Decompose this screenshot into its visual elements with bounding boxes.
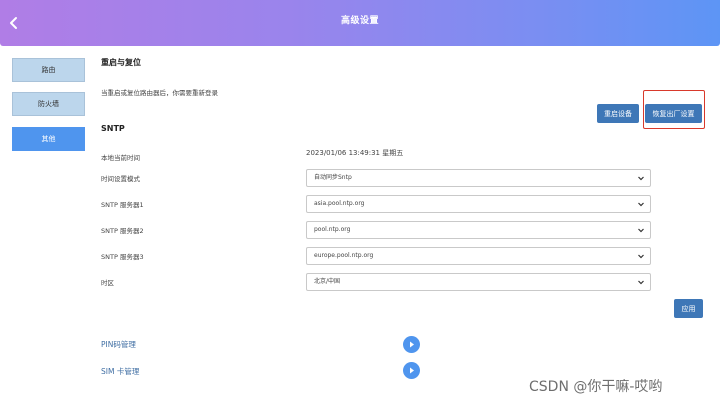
watermark: CSDN @你干嘛-哎哟 xyxy=(529,379,663,395)
sidebar-item-routing[interactable]: 路由 xyxy=(12,58,85,82)
chevron-down-icon xyxy=(638,228,644,233)
sntp-section-title: SNTP xyxy=(101,124,125,133)
sidebar-item-other[interactable]: 其他 xyxy=(12,127,85,151)
play-icon xyxy=(410,367,414,374)
sntp-server3-label: SNTP 服务器3 xyxy=(101,253,144,261)
sntp-server1-select[interactable]: asia.pool.ntp.org xyxy=(306,195,651,213)
header-bar: 高级设置 xyxy=(0,0,720,46)
sntp-server3-value: europe.pool.ntp.org xyxy=(314,252,374,259)
chevron-down-icon xyxy=(638,176,644,181)
reboot-note: 当重启或复位路由器后，你需要重新登录 xyxy=(101,89,218,97)
sntp-server1-label: SNTP 服务器1 xyxy=(101,201,144,209)
sntp-server2-value: pool.ntp.org xyxy=(314,226,351,233)
chevron-down-icon xyxy=(638,280,644,285)
sidebar-item-label: 防火墙 xyxy=(38,100,59,108)
chevron-down-icon xyxy=(638,202,644,207)
reboot-section-title: 重启与复位 xyxy=(101,58,141,67)
time-mode-label: 时间设置模式 xyxy=(101,175,140,183)
local-time-label: 本地当前时间 xyxy=(101,154,140,162)
sidebar-item-label: 其他 xyxy=(41,135,56,143)
highlight-box xyxy=(643,90,705,129)
time-mode-value: 自动同步Sntp xyxy=(314,174,352,181)
sntp-server1-value: asia.pool.ntp.org xyxy=(314,200,365,207)
sidebar-item-label: 路由 xyxy=(41,66,56,74)
time-mode-select[interactable]: 自动同步Sntp xyxy=(306,169,651,187)
sim-management-link[interactable]: SIM 卡管理 xyxy=(101,366,139,377)
sidebar-item-firewall[interactable]: 防火墙 xyxy=(12,92,85,116)
sntp-server3-select[interactable]: europe.pool.ntp.org xyxy=(306,247,651,265)
sntp-server2-label: SNTP 服务器2 xyxy=(101,227,144,235)
sim-expand-button[interactable] xyxy=(403,362,420,379)
page-title: 高级设置 xyxy=(340,16,379,26)
apply-button[interactable]: 应用 xyxy=(674,299,703,318)
sntp-server2-select[interactable]: pool.ntp.org xyxy=(306,221,651,239)
play-icon xyxy=(410,341,414,348)
local-time-value: 2023/01/06 13:49:31 星期五 xyxy=(306,149,404,157)
timezone-label: 时区 xyxy=(101,279,114,287)
timezone-select[interactable]: 北京/中国 xyxy=(306,273,651,291)
timezone-value: 北京/中国 xyxy=(314,278,341,285)
chevron-down-icon xyxy=(638,254,644,259)
pin-management-link[interactable]: PIN码管理 xyxy=(101,339,136,350)
reboot-button[interactable]: 重启设备 xyxy=(597,104,639,123)
pin-expand-button[interactable] xyxy=(403,336,420,353)
